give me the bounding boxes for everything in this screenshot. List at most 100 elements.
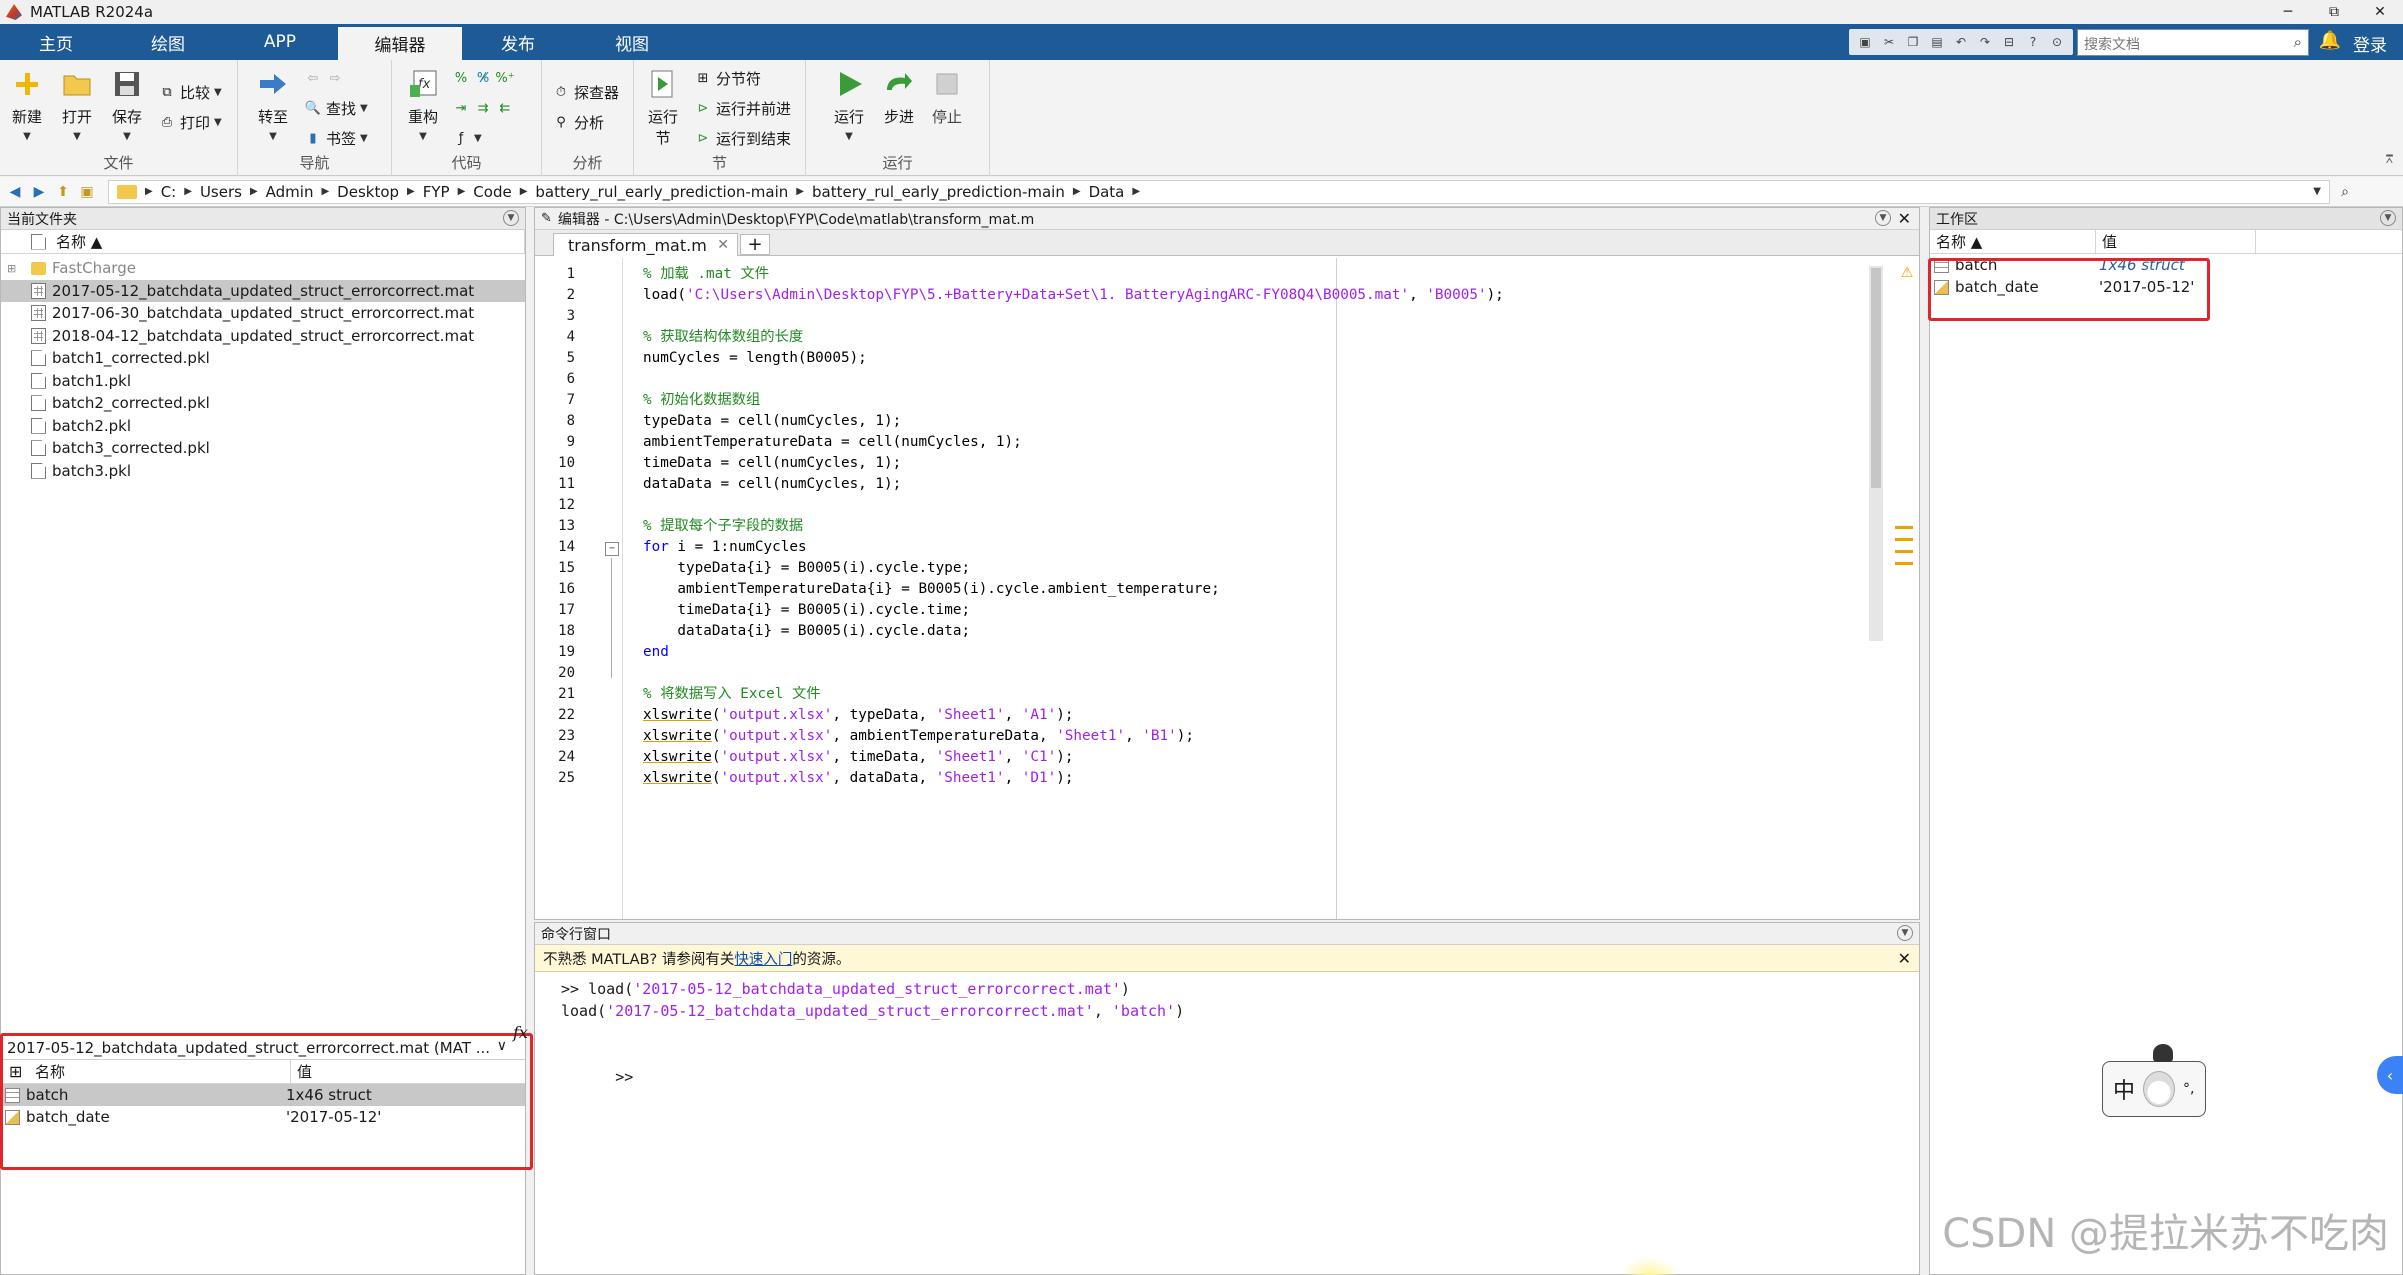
editor-tab-transform[interactable]: transform_mat.m ✕	[553, 233, 738, 256]
print-button[interactable]: ⎙ 打印 ▼	[158, 110, 222, 134]
close-button[interactable]: ✕	[2357, 0, 2403, 24]
list-item[interactable]: batch1_corrected.pkl	[1, 347, 525, 370]
list-item[interactable]: ⊞ FastCharge	[1, 257, 525, 280]
paste-icon[interactable]: ▤	[1927, 33, 1947, 51]
decrease-indent-icon[interactable]: ⇇	[496, 99, 514, 117]
redo-icon[interactable]: ↷	[1975, 33, 1995, 51]
increase-indent-icon[interactable]: ⇉	[474, 99, 492, 117]
cut-icon[interactable]: ✂	[1879, 33, 1899, 51]
indent-buttons-row[interactable]: ⇥ ⇉ ⇇	[452, 96, 514, 120]
ime-indicator[interactable]: 中 °,	[2102, 1044, 2206, 1117]
tab-close-icon[interactable]: ✕	[717, 237, 729, 253]
workspace-column-value[interactable]: 值	[2096, 229, 2256, 254]
stop-button[interactable]: 停止	[924, 68, 970, 127]
up-folder-icon[interactable]: ⬆	[54, 183, 72, 201]
code-area[interactable]: − 1 2 3 4 5 6 7 8 9 10 11 12 13 14 15 16…	[535, 258, 1919, 919]
editor-vertical-scrollbar[interactable]	[1869, 266, 1883, 641]
tab-apps[interactable]: APP	[224, 24, 336, 60]
breadcrumb-chevron-icon[interactable]: ▶	[145, 186, 153, 197]
section-break-button[interactable]: ⊞ 分节符	[694, 66, 761, 90]
search-icon[interactable]: ⌕	[2294, 33, 2302, 51]
compare-button[interactable]: ⧉ 比较 ▼	[158, 80, 221, 104]
collapse-ribbon-icon[interactable]: ⩞	[2386, 152, 2393, 167]
comment-buttons-row1[interactable]: % %̸ %⁺	[452, 66, 515, 90]
editor-close-icon[interactable]: ✕	[1898, 209, 1911, 228]
browse-folder-icon[interactable]: ▣	[78, 183, 96, 201]
breadcrumb-item[interactable]: Code	[473, 183, 511, 201]
column-name[interactable]: 名称 ▲	[1, 229, 525, 254]
warning-triangle-icon[interactable]: ⚠	[1901, 258, 1913, 282]
back-arrow-icon[interactable]: ⇦	[304, 69, 322, 87]
breadcrumb-item[interactable]: Admin	[266, 183, 314, 201]
notification-bell-icon[interactable]: 🔔	[2319, 30, 2341, 51]
tab-editor[interactable]: 编辑器	[338, 24, 462, 60]
quick-start-link[interactable]: 快速入门	[734, 948, 792, 969]
refactor-button[interactable]: fx 重构 ▼	[400, 68, 446, 142]
analyze-button[interactable]: ⚲ 分析	[552, 110, 604, 134]
save-button[interactable]: 保存 ▼	[104, 68, 150, 142]
login-button[interactable]: 登录	[2353, 31, 2387, 56]
address-search-icon[interactable]: ⌕	[2336, 183, 2354, 201]
nav-forward-icon[interactable]: ▶	[30, 183, 48, 201]
breadcrumb-chevron-icon[interactable]: ▶	[520, 186, 528, 197]
breadcrumb-item[interactable]: battery_rul_early_prediction-main	[535, 183, 788, 201]
find-button[interactable]: 🔍 查找 ▼	[304, 96, 368, 120]
breadcrumb-chevron-icon[interactable]: ▶	[321, 186, 329, 197]
breadcrumb-chevron-icon[interactable]: ▶	[407, 186, 415, 197]
minimize-button[interactable]: ─	[2265, 0, 2311, 24]
command-prompt-line[interactable]: fx >>	[513, 1022, 1919, 1086]
expand-icon[interactable]: ⊞	[7, 262, 16, 275]
workspace-actions-icon[interactable]: ▼	[2380, 210, 2396, 226]
back-forward-buttons[interactable]: ⇦ ⇨	[304, 66, 344, 90]
breadcrumb-chevron-icon[interactable]: ▶	[1132, 186, 1140, 197]
breadcrumb-item[interactable]: C:	[161, 183, 177, 201]
copy-icon[interactable]: ❐	[1903, 33, 1923, 51]
breadcrumb-chevron-icon[interactable]: ▶	[1073, 186, 1081, 197]
warning-marker[interactable]	[1895, 526, 1913, 529]
list-item[interactable]: 2017-05-12_batchdata_updated_struct_erro…	[1, 279, 525, 302]
list-item[interactable]: batch1.pkl	[1, 370, 525, 393]
breadcrumb-item[interactable]: Users	[200, 183, 242, 201]
editor-actions-icon[interactable]: ▼	[1875, 210, 1891, 226]
breadcrumb-chevron-icon[interactable]: ▶	[796, 186, 804, 197]
scrollbar-thumb[interactable]	[1871, 268, 1881, 488]
new-tab-button[interactable]: +	[740, 234, 770, 255]
breadcrumb-chevron-icon[interactable]: ▶	[250, 186, 258, 197]
help-icon[interactable]: ?	[2023, 33, 2043, 51]
list-item[interactable]: 2018-04-12_batchdata_updated_struct_erro…	[1, 325, 525, 348]
profiler-button[interactable]: ⏱ 探查器	[552, 80, 619, 104]
panel-actions-icon[interactable]: ▼	[503, 210, 519, 226]
list-item[interactable]: 2017-06-30_batchdata_updated_struct_erro…	[1, 302, 525, 325]
warning-marker[interactable]	[1895, 538, 1913, 541]
run-and-advance-button[interactable]: ⊳ 运行并前进	[694, 96, 791, 120]
comment-percent-icon[interactable]: %	[452, 69, 470, 87]
nav-back-icon[interactable]: ◀	[6, 183, 24, 201]
fx-function-browser-icon[interactable]: fx	[513, 1022, 528, 1044]
run-to-end-button[interactable]: ⊳ 运行到结束	[694, 126, 791, 150]
list-item[interactable]: batch2_corrected.pkl	[1, 392, 525, 415]
breadcrumb-chevron-icon[interactable]: ▶	[184, 186, 192, 197]
tab-view[interactable]: 视图	[576, 24, 688, 60]
fx-insert-button[interactable]: ƒ ▼	[452, 126, 482, 150]
breadcrumb-item[interactable]: Desktop	[337, 183, 399, 201]
wrap-comment-icon[interactable]: %⁺	[495, 69, 514, 87]
fold-toggle-icon[interactable]: −	[605, 542, 619, 556]
search-documentation-input[interactable]: 搜索文档 ⌕	[2077, 29, 2309, 56]
path-history-dropdown-icon[interactable]: ▼	[2313, 186, 2321, 197]
restore-button[interactable]: ⧉	[2311, 0, 2357, 24]
breadcrumb-chevron-icon[interactable]: ▶	[458, 186, 466, 197]
list-item[interactable]: batch3_corrected.pkl	[1, 437, 525, 460]
warning-marker[interactable]	[1895, 550, 1913, 553]
goto-button[interactable]: 转至 ▼	[250, 68, 296, 142]
command-actions-icon[interactable]: ▼	[1897, 925, 1913, 941]
warning-marker[interactable]	[1895, 562, 1913, 565]
undo-icon[interactable]: ↶	[1951, 33, 1971, 51]
breadcrumb-item[interactable]: battery_rul_early_prediction-main	[812, 183, 1065, 201]
step-button[interactable]: 步进	[876, 68, 922, 127]
banner-close-icon[interactable]: ✕	[1898, 949, 1911, 968]
run-section-button[interactable]: 运行 节	[640, 68, 686, 148]
smart-indent-icon[interactable]: ⇥	[452, 99, 470, 117]
command-output[interactable]: >> load('2017-05-12_batchdata_updated_st…	[513, 972, 1919, 1086]
tab-plots[interactable]: 绘图	[112, 24, 224, 60]
forward-arrow-icon[interactable]: ⇨	[326, 69, 344, 87]
